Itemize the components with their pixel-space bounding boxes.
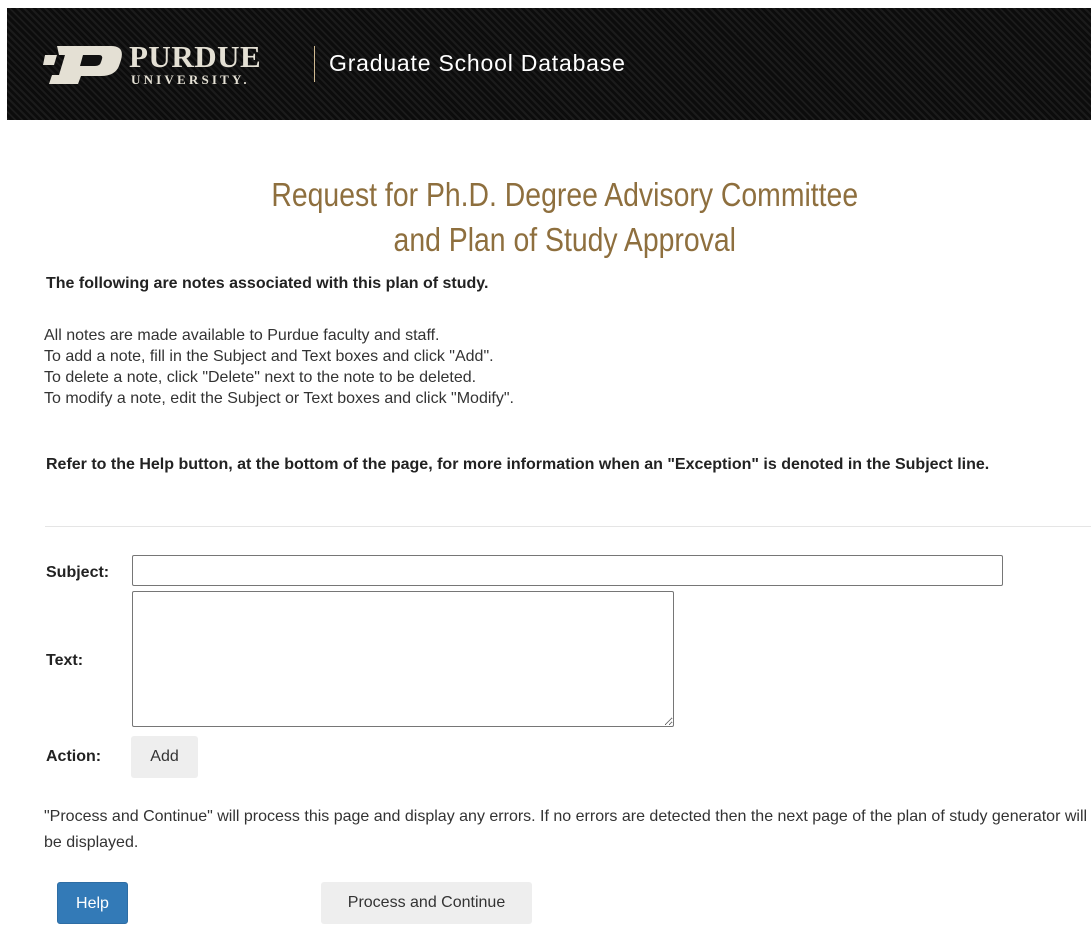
page-title-line-1: Request for Ph.D. Degree Advisory Commit… (271, 176, 859, 213)
note-text-area[interactable] (132, 591, 674, 727)
instruction-line: To delete a note, click "Delete" next to… (44, 369, 477, 386)
subject-input[interactable] (132, 555, 1003, 586)
exception-note: Refer to the Help button, at the bottom … (46, 456, 990, 473)
app-title: Graduate School Database (329, 50, 626, 76)
window-left-edge (0, 0, 7, 941)
logo-wordmark: PURDUE (129, 39, 262, 74)
action-label: Action: (46, 748, 102, 765)
text-label: Text: (46, 652, 84, 669)
instruction-line: All notes are made available to Purdue f… (44, 327, 440, 344)
page-title: Request for Ph.D. Degree Advisory Commit… (84, 172, 1045, 262)
subject-label: Subject: (46, 564, 110, 581)
window-top-edge (0, 0, 1091, 8)
purdue-p-motion-mark-icon (43, 46, 122, 84)
site-header: PURDUE UNIVERSITY. Graduate School Datab… (7, 8, 1091, 120)
add-note-button[interactable]: Add (131, 736, 198, 778)
process-and-continue-button[interactable]: Process and Continue (321, 882, 532, 924)
logo-subtitle: UNIVERSITY. (131, 72, 250, 87)
help-button[interactable]: Help (57, 882, 128, 924)
page-title-line-2: and Plan of Study Approval (393, 221, 736, 258)
purdue-logo[interactable]: PURDUE UNIVERSITY. (43, 38, 283, 92)
instruction-line: To add a note, fill in the Subject and T… (44, 348, 494, 365)
notes-instructions: All notes are made available to Purdue f… (44, 325, 514, 409)
notes-intro-heading: The following are notes associated with … (46, 275, 489, 292)
process-note: "Process and Continue" will process this… (44, 808, 1088, 851)
instruction-line: To modify a note, edit the Subject or Te… (44, 390, 514, 407)
section-divider (45, 526, 1091, 527)
page-frame: PURDUE UNIVERSITY. Graduate School Datab… (7, 8, 1091, 941)
header-divider (314, 46, 315, 82)
